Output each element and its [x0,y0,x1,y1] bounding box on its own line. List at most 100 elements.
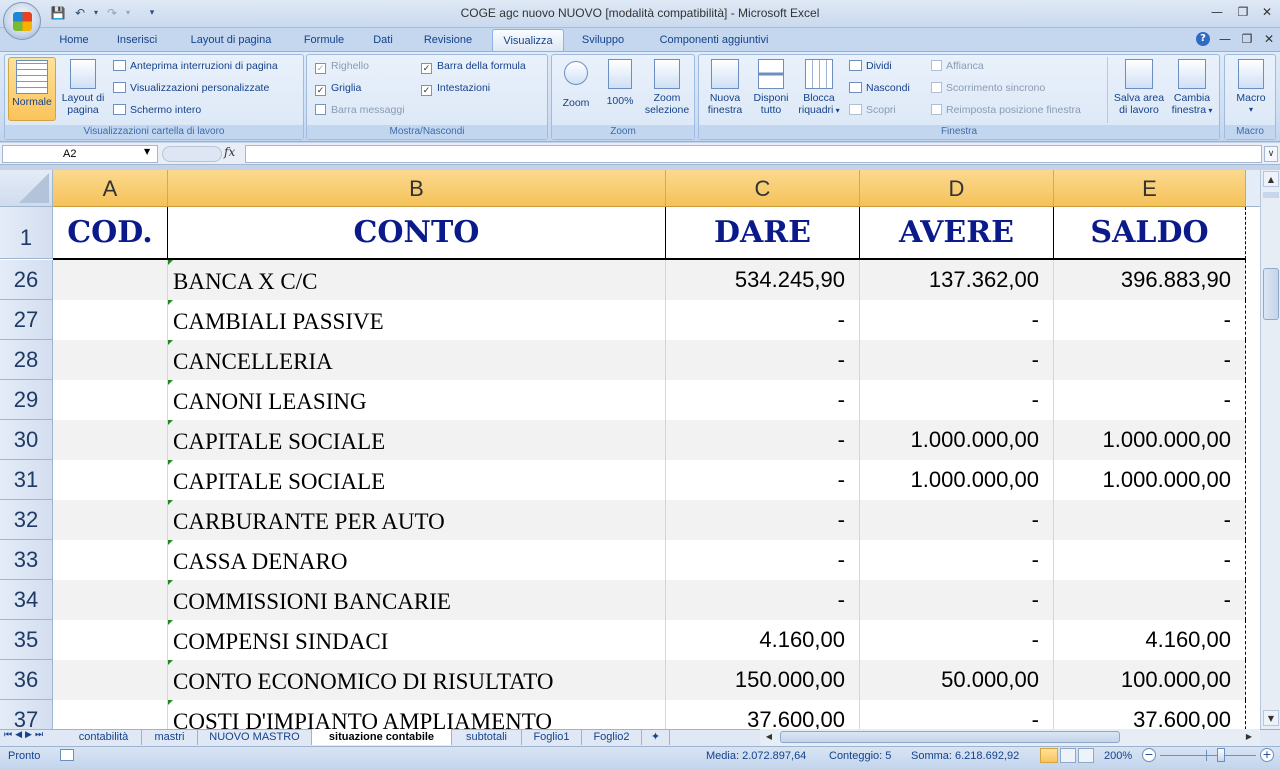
cell-dare[interactable]: - [666,300,860,340]
intestazioni-checkbox[interactable]: ✓ Intestazioni [421,81,490,96]
dividi-button[interactable]: Dividi [849,59,892,73]
scroll-down-icon[interactable]: ▼ [1263,710,1279,726]
close-icon[interactable]: ✕ [1256,4,1278,20]
cell-conto[interactable]: CAPITALE SOCIALE [168,420,666,460]
scopri-button[interactable]: Scopri [849,103,896,117]
tab-inserisci[interactable]: Inserisci [106,29,168,51]
cell-saldo[interactable]: 100.000,00 [1054,660,1246,700]
row-header[interactable]: 31 [0,460,53,500]
help-icon[interactable]: ? [1196,32,1210,46]
row-header[interactable]: 28 [0,340,53,380]
column-header-a[interactable]: A [53,170,168,207]
zoom-slider-thumb[interactable] [1217,748,1225,762]
griglia-checkbox[interactable]: ✓ Griglia [315,81,361,96]
cell-cod[interactable] [53,660,168,700]
cell-avere[interactable]: 137.362,00 [860,260,1054,300]
ribbon-close-icon[interactable]: ✕ [1258,31,1280,47]
zoom-button[interactable]: Zoom [556,59,596,109]
vertical-scrollbar[interactable]: ▲ ▼ [1260,170,1280,729]
cell-cod[interactable] [53,460,168,500]
cell-dare[interactable]: - [666,540,860,580]
tab-formule[interactable]: Formule [294,29,354,51]
cell-conto[interactable]: CARBURANTE PER AUTO [168,500,666,540]
nuova-finestra-button[interactable]: Nuova finestra [703,59,747,116]
row-header[interactable]: 26 [0,260,53,300]
name-box-dropdown-icon[interactable]: ▼ [144,147,150,156]
insert-sheet-icon[interactable]: ✦ [642,729,670,745]
cell-dare[interactable]: - [666,580,860,620]
zoom-100-button[interactable]: 100% [600,59,640,107]
cell-saldo[interactable]: 1.000.000,00 [1054,460,1246,500]
visualizzazioni-personalizzate-button[interactable]: Visualizzazioni personalizzate [113,81,269,95]
scroll-up-icon[interactable]: ▲ [1263,171,1279,187]
horizontal-scrollbar[interactable]: ◀ ▶ [760,729,1260,746]
scroll-left-icon[interactable]: ◀ [762,730,776,744]
page-break-status-icon[interactable] [1078,748,1094,763]
cell-cod[interactable] [53,540,168,580]
cell-avere[interactable]: - [860,300,1054,340]
tab-componenti-aggiuntivi[interactable]: Componenti aggiuntivi [644,29,784,51]
tab-dati[interactable]: Dati [362,29,404,51]
cambia-finestra-button[interactable]: Cambia finestra ▾ [1167,59,1217,117]
barra-messaggi-checkbox[interactable]: Barra messaggi [315,103,405,117]
salva-area-di-lavoro-button[interactable]: Salva area di lavoro [1111,59,1167,116]
scorrimento-sincrono-button[interactable]: Scorrimento sincrono [931,81,1045,95]
cell-saldo[interactable]: - [1054,540,1246,580]
tab-sviluppo[interactable]: Sviluppo [572,29,634,51]
anteprima-interruzioni-button[interactable]: Anteprima interruzioni di pagina [113,59,278,73]
cell-conto[interactable]: CAPITALE SOCIALE [168,460,666,500]
column-header-d[interactable]: D [860,170,1054,207]
sheet-tab-mastri[interactable]: mastri [142,729,198,745]
row-header[interactable]: 33 [0,540,53,580]
cell-avere[interactable]: - [860,700,1054,730]
header-cod[interactable]: COD. [53,207,168,259]
layout-di-pagina-button[interactable]: Layout di pagina [57,59,109,123]
insert-function-icon[interactable]: fx [224,145,235,159]
office-button[interactable] [3,2,41,40]
tab-home[interactable]: Home [50,29,98,51]
cell-cod[interactable] [53,580,168,620]
nascondi-button[interactable]: Nascondi [849,81,910,95]
cell-saldo[interactable]: - [1054,340,1246,380]
tab-visualizza[interactable]: Visualizza [492,29,564,51]
cell-avere[interactable]: 50.000,00 [860,660,1054,700]
reimposta-posizione-button[interactable]: Reimposta posizione finestra [931,103,1081,117]
cell-saldo[interactable]: - [1054,580,1246,620]
cell-dare[interactable]: 534.245,90 [666,260,860,300]
split-box-horizontal[interactable] [1263,192,1279,198]
row-header[interactable]: 35 [0,620,53,660]
cell-dare[interactable]: - [666,420,860,460]
macro-button[interactable]: Macro ▾ [1227,59,1275,116]
cell-conto[interactable]: CONTO ECONOMICO DI RISULTATO [168,660,666,700]
cell-cod[interactable] [53,300,168,340]
cell-avere[interactable]: 1.000.000,00 [860,420,1054,460]
normal-view-status-icon[interactable] [1040,748,1058,763]
sheet-tab-contabilita[interactable]: contabilità [66,729,142,745]
cell-avere[interactable]: - [860,500,1054,540]
cell-dare[interactable]: - [666,500,860,540]
cell-avere[interactable]: - [860,580,1054,620]
blocca-riquadri-button[interactable]: Blocca riquadri ▾ [795,59,843,117]
cell-cod[interactable] [53,260,168,300]
barra-formula-checkbox[interactable]: ✓ Barra della formula [421,59,526,74]
header-dare[interactable]: DARE [666,207,860,259]
zoom-selezione-button[interactable]: Zoom selezione [642,59,692,116]
cell-cod[interactable] [53,380,168,420]
cell-conto[interactable]: CASSA DENARO [168,540,666,580]
sheet-tab-foglio2[interactable]: Foglio2 [582,729,642,745]
header-avere[interactable]: AVERE [860,207,1054,259]
ribbon-restore-icon[interactable]: ❐ [1236,31,1258,47]
tab-revisione[interactable]: Revisione [412,29,484,51]
zoom-slider-track[interactable] [1160,755,1256,756]
row-header[interactable]: 30 [0,420,53,460]
column-header-e[interactable]: E [1054,170,1246,207]
header-saldo[interactable]: SALDO [1054,207,1246,259]
page-layout-status-icon[interactable] [1060,748,1076,763]
row-header[interactable]: 34 [0,580,53,620]
name-box[interactable]: A2 [2,145,158,163]
cell-dare[interactable]: 150.000,00 [666,660,860,700]
cell-dare[interactable]: 37.600,00 [666,700,860,730]
column-header-c[interactable]: C [666,170,860,207]
cell-avere[interactable]: - [860,540,1054,580]
select-all-corner[interactable] [0,170,53,207]
